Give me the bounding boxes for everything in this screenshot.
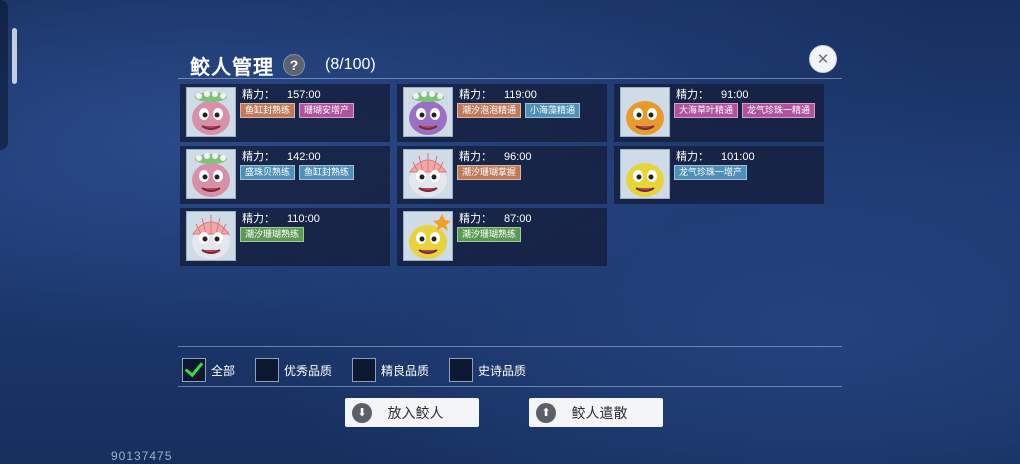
skill-tags: 潮汐珊瑚熟练 [240, 227, 305, 242]
list-divider [178, 346, 842, 347]
filter-all-checkbox[interactable] [182, 358, 206, 382]
stamina-label: 精力： [459, 213, 492, 225]
stamina-value: 96:00 [504, 151, 532, 163]
skill-tag: 大海草叶精通 [674, 103, 739, 118]
skill-tags: 盛珠贝熟练 鱼缸封熟练 [240, 165, 355, 180]
merfolk-card[interactable]: 精力： 119:00 潮汐泡泡精通 小海藻精通 [397, 84, 607, 142]
skill-tags: 潮汐珊瑚熟练 [457, 227, 522, 242]
merfolk-card[interactable]: 精力： 101:00 龙气珍珠一增产 [614, 146, 824, 204]
merfolk-avatar [403, 87, 453, 137]
skill-tag: 潮汐珊瑚掌握 [457, 165, 522, 180]
stamina-readout: 精力： 101:00 [676, 148, 755, 164]
skill-tag: 珊瑚安增产 [299, 103, 355, 118]
close-icon[interactable]: ✕ [809, 45, 837, 73]
stamina-readout: 精力： 119:00 [459, 86, 537, 102]
merfolk-card[interactable]: 精力： 157:00 鱼缸封熟练 珊瑚安增产 [180, 84, 390, 142]
quality-filters: 全部 优秀品质 精良品质 史诗品质 [182, 358, 546, 382]
merfolk-avatar [186, 211, 236, 261]
stamina-value: 110:00 [287, 213, 320, 225]
footer-divider [178, 386, 842, 387]
skill-tag: 龙气珍珠一增产 [674, 165, 748, 180]
stamina-value: 142:00 [287, 151, 321, 163]
merfolk-card[interactable]: 精力： 142:00 盛珠贝熟练 鱼缸封熟练 [180, 146, 390, 204]
merfolk-avatar [620, 149, 670, 199]
skill-tag: 鱼缸封熟练 [299, 165, 355, 180]
stamina-value: 101:00 [721, 151, 755, 163]
merfolk-avatar [403, 211, 453, 261]
skill-tag: 龙气珍珠一精通 [742, 103, 816, 118]
stamina-value: 87:00 [504, 213, 532, 225]
stamina-label: 精力： [676, 89, 709, 101]
skill-tag: 潮汐珊瑚熟练 [457, 227, 522, 242]
merfolk-avatar [186, 149, 236, 199]
header-divider [178, 78, 842, 79]
stamina-readout: 精力： 142:00 [242, 148, 321, 164]
merfolk-card[interactable]: 精力： 110:00 潮汐珊瑚熟练 [180, 208, 390, 266]
merfolk-avatar [403, 149, 453, 199]
filter-epic-checkbox[interactable] [449, 358, 474, 382]
side-drawer-handle[interactable] [12, 28, 17, 84]
merfolk-card[interactable]: 精力： 96:00 潮汐珊瑚掌握 [397, 146, 607, 204]
skill-tags: 潮汐珊瑚掌握 [457, 165, 522, 180]
merfolk-management-panel: 鲛人管理 ? (8/100) ✕ 精力： 157:00 鱼缸封熟练 珊瑚安增产 精力： 1… [178, 44, 842, 436]
merfolk-avatar [186, 87, 236, 137]
skill-tag: 潮汐珊瑚熟练 [240, 227, 305, 242]
stamina-readout: 精力： 87:00 [459, 210, 532, 226]
skill-tags: 大海草叶精通 龙气珍珠一精通 [674, 103, 816, 118]
skill-tags: 潮汐泡泡精通 小海藻精通 [457, 103, 581, 118]
filter-excellent-checkbox[interactable] [255, 358, 280, 382]
put-in-merfolk-button[interactable]: ⬇ 放入鲛人 [345, 398, 479, 427]
stamina-label: 精力： [459, 151, 492, 163]
merfolk-count: (8/100) [325, 56, 376, 73]
stamina-readout: 精力： 96:00 [459, 148, 532, 164]
merfolk-card[interactable]: 精力： 87:00 潮汐珊瑚熟练 [397, 208, 607, 266]
dismiss-merfolk-button[interactable]: ⬆ 鲛人遣散 [529, 398, 663, 427]
skill-tags: 龙气珍珠一增产 [674, 165, 748, 180]
user-id: 90137475 [111, 449, 173, 463]
dismiss-label: 鲛人遣散 [571, 404, 628, 421]
skill-tag: 潮汐泡泡精通 [457, 103, 522, 118]
stamina-readout: 精力： 91:00 [676, 86, 749, 102]
stamina-label: 精力： [676, 151, 709, 163]
skill-tag: 小海藻精通 [525, 103, 581, 118]
download-icon: ⬇ [352, 402, 372, 423]
page-title: 鲛人管理 [190, 56, 274, 79]
screen-edge-shade [0, 0, 8, 150]
merfolk-avatar [620, 87, 670, 137]
stamina-value: 157:00 [287, 89, 321, 101]
stamina-label: 精力： [242, 89, 275, 101]
header: 鲛人管理 ? (8/100) [190, 48, 376, 82]
upload-icon: ⬆ [536, 402, 556, 423]
stamina-label: 精力： [242, 213, 275, 225]
question-icon[interactable]: ? [283, 54, 305, 76]
stamina-readout: 精力： 157:00 [242, 86, 321, 102]
stamina-label: 精力： [242, 151, 275, 163]
merfolk-card[interactable]: 精力： 91:00 大海草叶精通 龙气珍珠一精通 [614, 84, 824, 142]
stamina-readout: 精力： 110:00 [242, 210, 320, 226]
filter-fine-checkbox[interactable] [352, 358, 377, 382]
skill-tag: 盛珠贝熟练 [240, 165, 296, 180]
filter-all-label: 全部 [211, 363, 236, 378]
filter-fine-label: 精良品质 [381, 363, 430, 378]
stamina-value: 119:00 [504, 89, 537, 101]
stamina-value: 91:00 [721, 89, 749, 101]
put-in-label: 放入鲛人 [387, 404, 444, 421]
skill-tag: 鱼缸封熟练 [240, 103, 296, 118]
skill-tags: 鱼缸封熟练 珊瑚安增产 [240, 103, 355, 118]
stamina-label: 精力： [459, 89, 492, 101]
filter-epic-label: 史诗品质 [478, 363, 527, 378]
filter-excellent-label: 优秀品质 [284, 363, 333, 378]
